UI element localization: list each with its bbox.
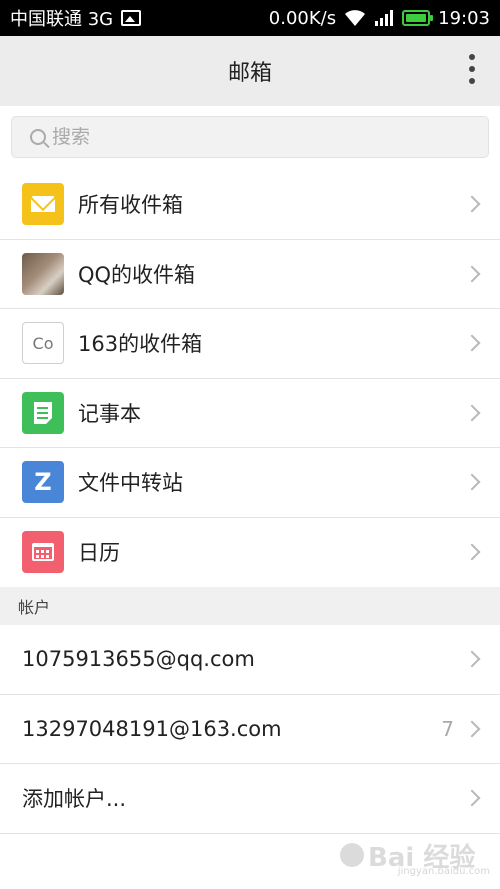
menu-item-file-transfer[interactable]: Z 文件中转站 bbox=[0, 448, 500, 518]
baidu-jingyan-watermark: Bai 经验 jingyan.baidu.com bbox=[340, 837, 490, 877]
account-item-qq[interactable]: 1075913655@qq.com bbox=[0, 625, 500, 695]
clock: 19:03 bbox=[438, 7, 490, 29]
carrier-label: 中国联通 3G bbox=[10, 9, 114, 30]
menu-item-notepad[interactable]: 记事本 bbox=[0, 379, 500, 448]
mail-icon bbox=[22, 183, 64, 226]
mailbox-list: 所有收件箱 QQ的收件箱 Co 163的收件箱 记事本 Z 文件中转站 日历 bbox=[0, 170, 500, 587]
co-icon: Co bbox=[22, 322, 64, 365]
signal-icon bbox=[375, 10, 394, 26]
menu-item-label: QQ的收件箱 bbox=[78, 262, 196, 287]
network-speed: 0.00K/s bbox=[268, 7, 337, 29]
page-title: 邮箱 bbox=[227, 61, 272, 86]
battery-icon bbox=[402, 10, 434, 26]
unread-count-badge: 7 bbox=[441, 716, 454, 741]
menu-item-qq-inbox[interactable]: QQ的收件箱 bbox=[0, 240, 500, 309]
image-notification-icon bbox=[121, 10, 142, 26]
account-item-163[interactable]: 13297048191@163.com 7 bbox=[0, 695, 500, 764]
title-bar: 邮箱 bbox=[0, 36, 500, 106]
status-bar: 中国联通 3G 0.00K/s 19:03 bbox=[0, 0, 500, 36]
qq-avatar-icon bbox=[22, 252, 64, 295]
menu-item-label: 所有收件箱 bbox=[78, 193, 183, 218]
search-area bbox=[0, 106, 500, 170]
search-icon bbox=[30, 129, 46, 145]
accounts-section-header: 帐户 bbox=[0, 587, 500, 625]
menu-item-label: 日历 bbox=[78, 541, 120, 566]
calendar-icon bbox=[22, 531, 64, 574]
add-account-label: 添加帐户... bbox=[22, 787, 127, 812]
wifi-icon bbox=[345, 10, 366, 26]
search-box[interactable] bbox=[11, 116, 489, 158]
add-account-button[interactable]: 添加帐户... bbox=[0, 764, 500, 834]
menu-item-label: 文件中转站 bbox=[78, 471, 183, 496]
more-options-icon[interactable] bbox=[468, 54, 476, 84]
paw-logo-icon bbox=[340, 843, 364, 867]
menu-item-all-inboxes[interactable]: 所有收件箱 bbox=[0, 170, 500, 240]
menu-item-163-inbox[interactable]: Co 163的收件箱 bbox=[0, 309, 500, 379]
account-label: 13297048191@163.com bbox=[22, 716, 282, 741]
search-input[interactable] bbox=[52, 126, 452, 148]
menu-item-calendar[interactable]: 日历 bbox=[0, 518, 500, 588]
watermark-url: jingyan.baidu.com bbox=[397, 866, 490, 877]
menu-item-label: 记事本 bbox=[78, 401, 141, 426]
notepad-icon bbox=[22, 391, 64, 434]
menu-item-label: 163的收件箱 bbox=[78, 332, 203, 357]
account-label: 1075913655@qq.com bbox=[22, 647, 255, 672]
transfer-icon: Z bbox=[22, 461, 64, 504]
accounts-list: 1075913655@qq.com 13297048191@163.com 7 … bbox=[0, 625, 500, 834]
